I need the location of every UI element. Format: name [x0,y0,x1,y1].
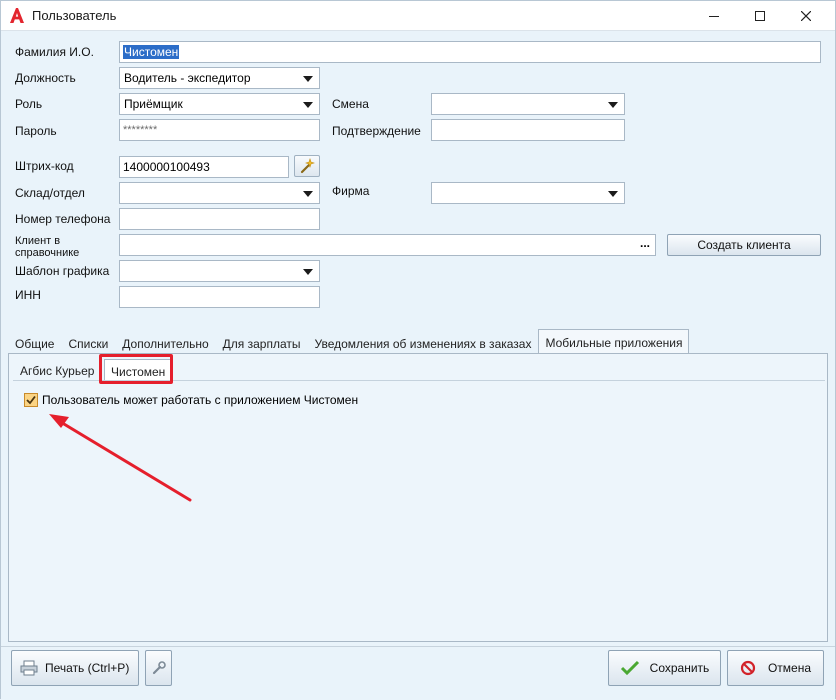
position-value: Водитель - экспедитор [124,71,251,85]
settings-button[interactable] [145,650,172,686]
role-label: Роль [15,97,43,111]
chistomen-access-checkbox[interactable] [24,393,38,407]
client-label: Клиент в справочнике [15,235,79,259]
tab-mobile-apps[interactable]: Мобильные приложения [538,329,690,354]
client-input[interactable]: ... [119,234,656,256]
fio-label: Фамилия И.О. [15,45,94,59]
confirm-password-input[interactable] [431,119,625,141]
chevron-down-icon [608,102,618,108]
phone-label: Номер телефона [15,212,111,226]
shift-select[interactable] [431,93,625,115]
client-browse-ellipsis[interactable]: ... [640,236,650,250]
subtab-agbis-courier[interactable]: Агбис Курьер [14,359,100,381]
phone-input[interactable] [119,208,320,230]
password-input[interactable]: ******** [119,119,320,141]
fio-value: Чистомен [123,45,180,59]
warehouse-select[interactable] [119,182,320,204]
barcode-generate-button[interactable] [294,155,320,177]
chevron-down-icon [303,76,313,82]
firm-select[interactable] [431,182,625,204]
cancel-button-label: Отмена [767,661,812,675]
position-label: Должность [15,71,76,85]
close-icon [801,11,811,21]
barcode-input[interactable]: 1400000100493 [119,156,289,178]
cancel-button[interactable]: Отмена [727,650,824,686]
magic-wand-icon [300,158,315,174]
close-button[interactable] [783,1,829,31]
checkmark-icon [26,395,36,405]
tab-lists[interactable]: Списки [61,330,115,354]
annotation-highlight-box [99,354,173,384]
title-bar: Пользователь [1,1,835,31]
wrench-icon [152,661,166,675]
role-select[interactable]: Приёмщик [119,93,320,115]
create-client-button[interactable]: Создать клиента [667,234,821,256]
client-label-line1: Клиент в [15,235,61,247]
inn-input[interactable] [119,286,320,308]
cancel-icon [740,660,756,676]
chevron-down-icon [303,191,313,197]
chevron-down-icon [303,269,313,275]
shift-label: Смена [332,97,369,111]
printer-icon [20,660,38,676]
client-label-line2: справочнике [15,247,80,259]
schedule-select[interactable] [119,260,320,282]
print-button-label: Печать (Ctrl+P) [45,661,130,675]
fio-input[interactable]: Чистомен [119,41,821,63]
role-value: Приёмщик [124,97,183,111]
inn-label: ИНН [15,288,41,302]
print-button[interactable]: Печать (Ctrl+P) [11,650,139,686]
tab-salary[interactable]: Для зарплаты [216,330,308,354]
save-button[interactable]: Сохранить [608,650,721,686]
tab-general[interactable]: Общие [8,330,61,354]
minimize-button[interactable] [691,1,737,31]
tab-additional[interactable]: Дополнительно [115,330,215,354]
barcode-label: Штрих-код [15,159,74,173]
save-button-label: Сохранить [649,661,710,675]
chistomen-settings-panel [13,380,825,638]
user-dialog-window: Пользователь Фамилия И.О. Чистомен Должн… [0,0,836,699]
warehouse-label: Склад/отдел [15,186,85,200]
firm-label: Фирма [332,184,370,198]
tab-order-notifications[interactable]: Уведомления об изменениях в заказах [308,330,539,354]
chistomen-access-label: Пользователь может работать с приложение… [42,393,359,407]
minimize-icon [709,16,719,17]
main-tabs: Общие Списки Дополнительно Для зарплаты … [8,329,690,354]
maximize-icon [755,11,765,21]
schedule-label: Шаблон графика [15,264,110,278]
app-logo-icon [10,8,24,23]
maximize-button[interactable] [737,1,783,31]
password-label: Пароль [15,124,57,138]
window-title: Пользователь [32,8,117,23]
check-icon [620,660,639,676]
chevron-down-icon [303,102,313,108]
chevron-down-icon [608,191,618,197]
confirm-label: Подтверждение [332,124,421,138]
position-select[interactable]: Водитель - экспедитор [119,67,320,89]
